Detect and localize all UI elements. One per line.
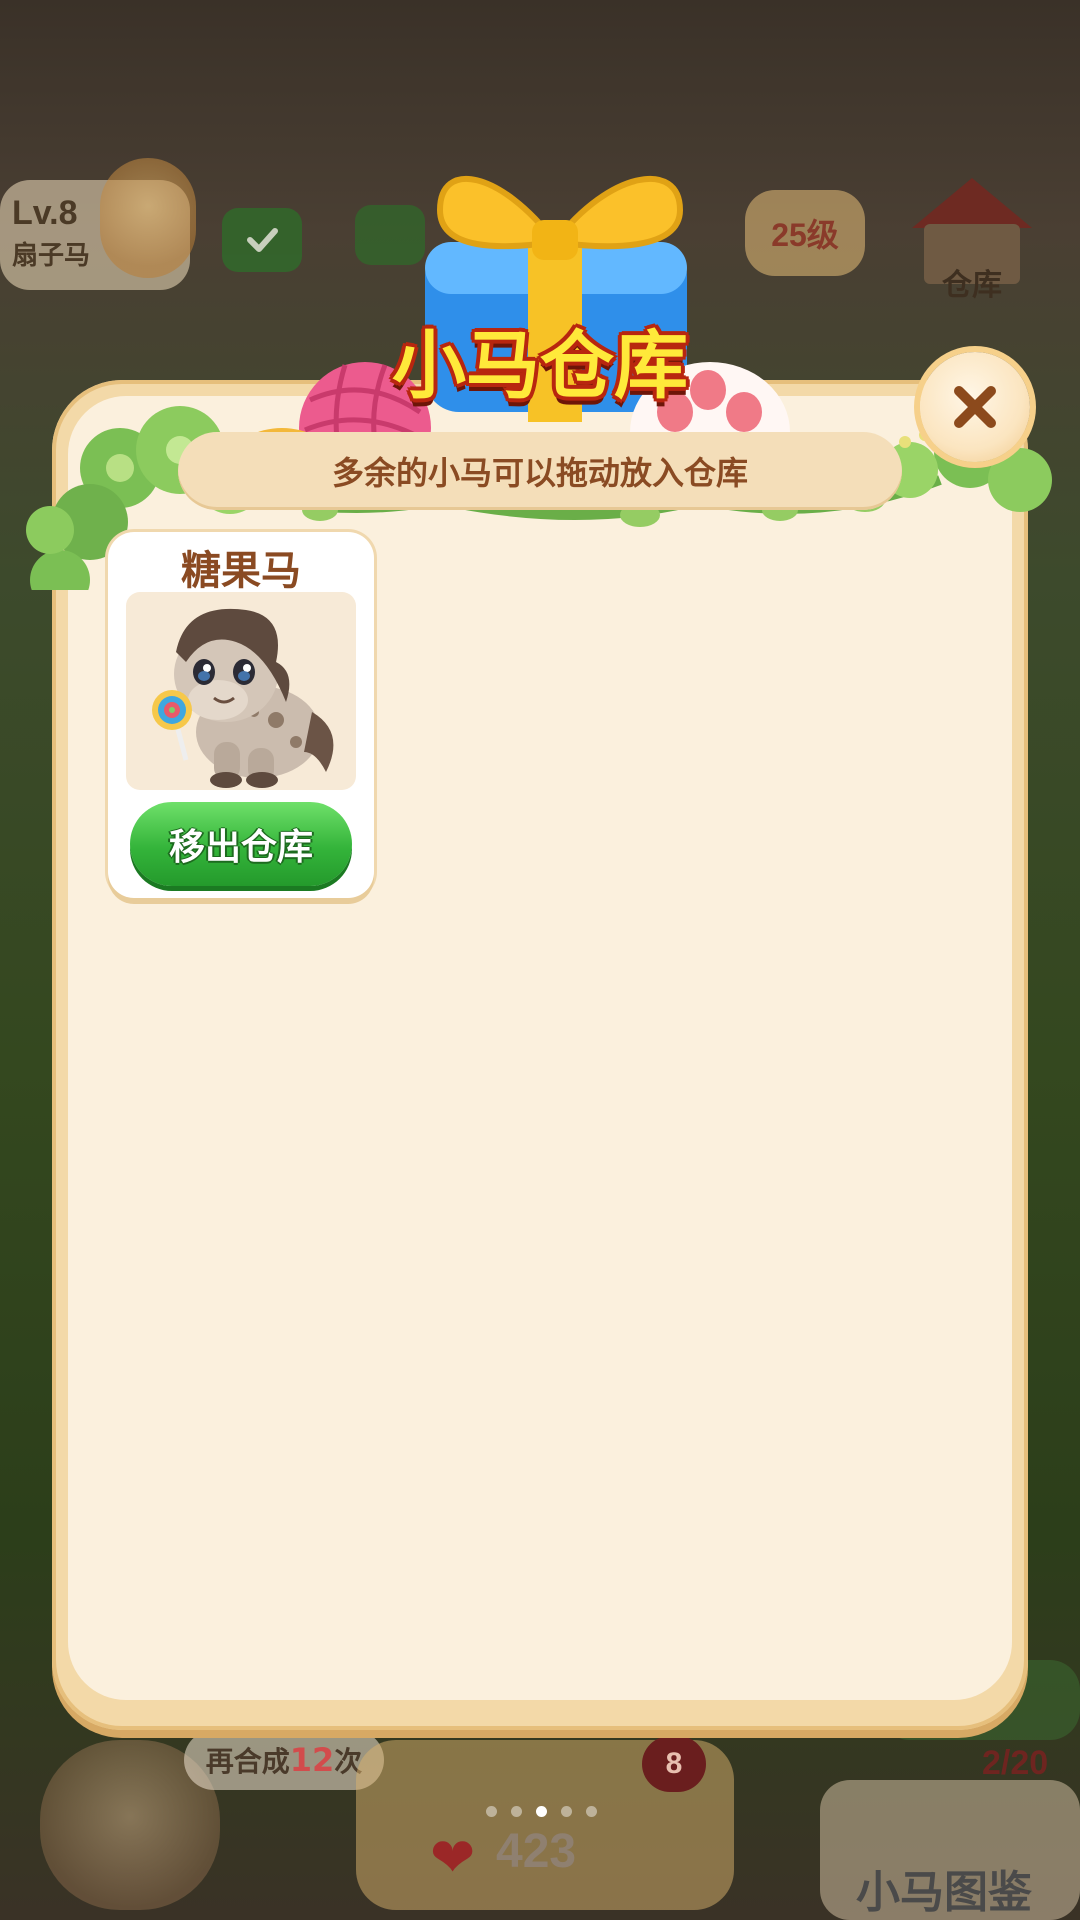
page-dot-active	[536, 1806, 547, 1817]
modal-title: 小马仓库	[392, 323, 688, 409]
close-button[interactable]	[920, 352, 1030, 462]
page-dot	[486, 1806, 497, 1817]
move-out-label: 移出仓库	[168, 827, 313, 868]
combo-prefix: 再合成	[205, 1745, 290, 1778]
candy-pony-image	[126, 592, 356, 790]
close-icon	[954, 386, 996, 428]
pony-card[interactable]: 糖果马 移出仓库	[108, 532, 374, 898]
page-dot	[511, 1806, 522, 1817]
pony-illustration	[152, 608, 334, 788]
collection-count: 2/20	[982, 1744, 1049, 1782]
count-badge: 8	[642, 1736, 706, 1792]
collection-label: 小马图鉴	[856, 1867, 1032, 1918]
combo-hint: 再合成 12 次	[184, 1730, 384, 1790]
modal-subtitle-pill: 多余的小马可以拖动放入仓库	[178, 432, 902, 510]
page-dot	[561, 1806, 572, 1817]
lollipop-icon	[152, 690, 192, 730]
pony-name: 糖果马	[181, 548, 301, 594]
page-dot	[586, 1806, 597, 1817]
combo-count: 12	[289, 1741, 335, 1779]
move-out-button[interactable]: 移出仓库	[130, 802, 352, 886]
heart-count: 423	[496, 1825, 577, 1878]
modal-subtitle: 多余的小马可以拖动放入仓库	[331, 454, 748, 492]
heart-icon: ❤	[430, 1826, 476, 1889]
page-indicator	[486, 1806, 597, 1817]
